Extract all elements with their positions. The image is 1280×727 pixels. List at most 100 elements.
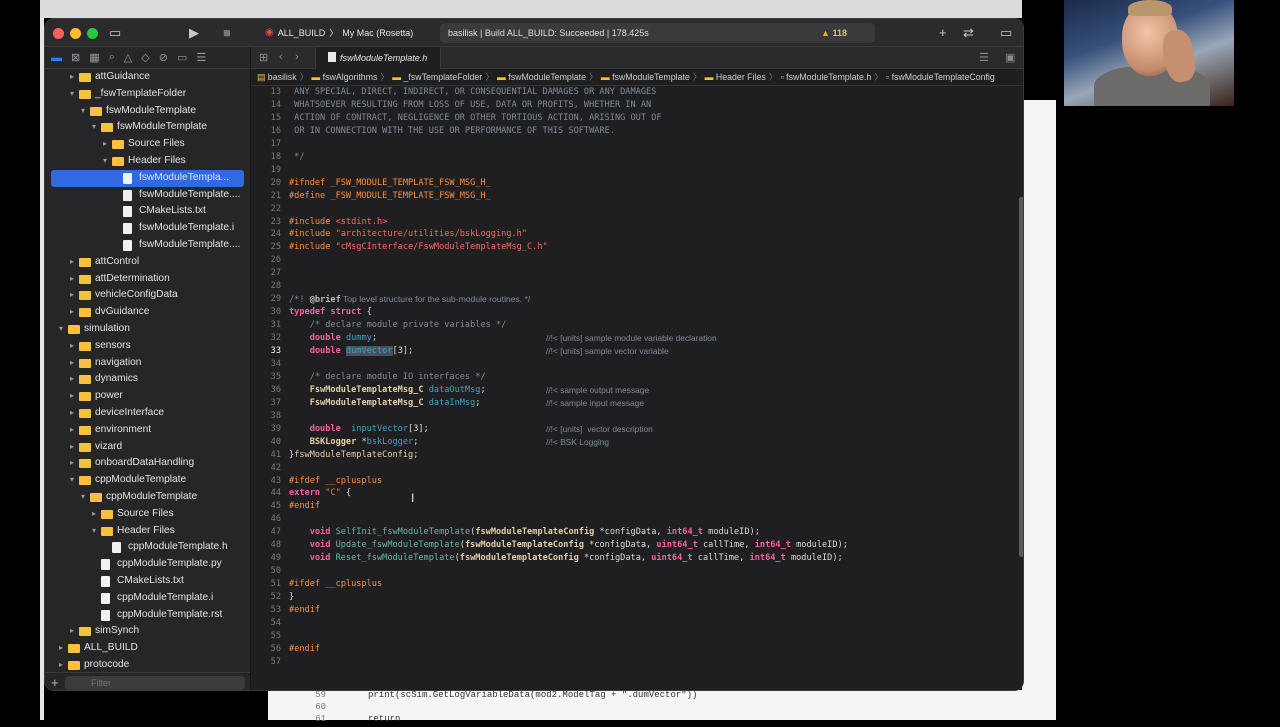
disclosure-closed-icon[interactable]: ▸: [67, 455, 77, 472]
add-file-icon[interactable]: +: [51, 675, 59, 690]
disclosure-open-icon[interactable]: ▾: [89, 119, 99, 136]
code-line[interactable]: 53 #endif: [251, 604, 1023, 617]
code-line[interactable]: 29 /*! @brief Top level structure for the…: [251, 293, 1023, 306]
code-line[interactable]: 21 #define _FSW_MODULE_TEMPLATE_FSW_MSG_H…: [251, 190, 1023, 203]
breakpoint-icon[interactable]: ▭: [177, 51, 187, 64]
search-icon[interactable]: ⌕: [109, 51, 115, 64]
symbol-icon[interactable]: ▦: [89, 51, 99, 64]
tree-folder-item[interactable]: ▸ vizard: [45, 439, 250, 456]
code-line[interactable]: 34: [251, 358, 1023, 371]
tree-file-item[interactable]: cppModuleTemplate.rst: [45, 607, 250, 624]
folder-icon[interactable]: ▬: [51, 52, 62, 64]
code-line[interactable]: 35 /* declare module IO interfaces */: [251, 371, 1023, 384]
warning-indicator[interactable]: ▲ 118: [821, 23, 847, 43]
code-line[interactable]: 28: [251, 280, 1023, 293]
disclosure-open-icon[interactable]: ▾: [100, 153, 110, 170]
code-line[interactable]: 51 #ifdef __cplusplus: [251, 578, 1023, 591]
forward-icon[interactable]: ›: [295, 51, 299, 63]
report-icon[interactable]: ☰: [196, 51, 206, 64]
code-line[interactable]: 47 void SelfInit_fswModuleTemplate(fswMo…: [251, 526, 1023, 539]
disclosure-closed-icon[interactable]: ▸: [67, 287, 77, 304]
disclosure-open-icon[interactable]: ▾: [67, 86, 77, 103]
zoom-window-button[interactable]: [87, 28, 98, 39]
disclosure-closed-icon[interactable]: ▸: [67, 355, 77, 372]
tree-folder-item[interactable]: ▸ deviceInterface: [45, 405, 250, 422]
breadcrumb-item[interactable]: _fswTemplateFolder: [403, 72, 482, 82]
filter-input[interactable]: Filter: [65, 676, 245, 690]
inspector-toggle-icon[interactable]: ▭: [1000, 25, 1012, 41]
split-editor-icon[interactable]: ▣: [1005, 51, 1015, 64]
tree-folder-item[interactable]: ▸ onboardDataHandling: [45, 455, 250, 472]
disclosure-closed-icon[interactable]: ▸: [56, 640, 66, 657]
disclosure-closed-icon[interactable]: ▸: [67, 422, 77, 439]
code-line[interactable]: 56 #endif: [251, 643, 1023, 656]
tree-folder-item[interactable]: ▸ sensors: [45, 338, 250, 355]
tree-folder-item[interactable]: ▾ fswModuleTemplate: [45, 119, 250, 136]
code-line[interactable]: 55: [251, 630, 1023, 643]
code-line[interactable]: 33 double dumVector[3]; //!< [units] samp…: [251, 345, 1023, 358]
tree-folder-item[interactable]: ▸ attDetermination: [45, 271, 250, 288]
code-line[interactable]: 43 #ifdef __cplusplus: [251, 475, 1023, 488]
test-icon[interactable]: ◇: [141, 51, 149, 64]
back-icon[interactable]: ‹: [279, 51, 283, 63]
tree-folder-item[interactable]: ▸ attControl: [45, 254, 250, 271]
breadcrumb-item[interactable]: fswAlgorithms: [323, 72, 378, 82]
tree-file-item[interactable]: fswModuleTempla...: [51, 169, 244, 187]
breadcrumb-item[interactable]: basilisk: [268, 72, 297, 82]
disclosure-closed-icon[interactable]: ▸: [67, 388, 77, 405]
tree-folder-item[interactable]: ▸ environment: [45, 422, 250, 439]
code-line[interactable]: 41}fswModuleTemplateConfig;: [251, 449, 1023, 462]
code-line[interactable]: 48 void Update_fswModuleTemplate(fswModu…: [251, 539, 1023, 552]
code-line[interactable]: 46: [251, 513, 1023, 526]
code-line[interactable]: 30 typedef struct {: [251, 306, 1023, 319]
breadcrumb-item[interactable]: fswModuleTemplate.h: [786, 72, 871, 82]
tree-file-item[interactable]: cppModuleTemplate.i: [45, 590, 250, 607]
close-window-button[interactable]: [53, 28, 64, 39]
code-line[interactable]: 14 WHATSOEVER RESULTING FROM LOSS OF USE…: [251, 99, 1023, 112]
code-line[interactable]: 50: [251, 565, 1023, 578]
disclosure-open-icon[interactable]: ▾: [89, 523, 99, 540]
destination[interactable]: My Mac (Rosetta): [342, 28, 413, 38]
tree-folder-item[interactable]: ▾ fswModuleTemplate: [45, 103, 250, 120]
breadcrumb-item[interactable]: fswModuleTemplateConfig: [892, 72, 995, 82]
tree-folder-item[interactable]: ▸ dynamics: [45, 371, 250, 388]
code-line[interactable]: 27: [251, 267, 1023, 280]
breadcrumb-item[interactable]: fswModuleTemplate: [612, 72, 690, 82]
tree-folder-item[interactable]: ▾ simulation: [45, 321, 250, 338]
disclosure-closed-icon[interactable]: ▸: [89, 506, 99, 523]
code-line[interactable]: 22: [251, 203, 1023, 216]
code-line[interactable]: 31 /* declare module private variables *…: [251, 319, 1023, 332]
code-review-icon[interactable]: ⇄: [963, 25, 974, 41]
disclosure-closed-icon[interactable]: ▸: [67, 623, 77, 640]
tree-folder-item[interactable]: ▸ ALL_BUILD: [45, 640, 250, 657]
code-line[interactable]: 25 #include "cMsgCInterface/FswModuleTemp…: [251, 241, 1023, 254]
tree-folder-item[interactable]: ▾ Header Files: [45, 153, 250, 170]
code-line[interactable]: 15 ACTION OF CONTRACT, NEGLIGENCE OR OTH…: [251, 112, 1023, 125]
disclosure-closed-icon[interactable]: ▸: [67, 439, 77, 456]
editor-options-icon[interactable]: ☰: [979, 51, 989, 64]
debug-icon[interactable]: ⊘: [159, 51, 168, 64]
code-line[interactable]: 16 OR IN CONNECTION WITH THE USE OR PERF…: [251, 125, 1023, 138]
grid-icon[interactable]: ⊞: [259, 51, 268, 64]
code-line[interactable]: 23 #include <stdint.h>: [251, 216, 1023, 229]
tree-folder-item[interactable]: ▸ navigation: [45, 355, 250, 372]
tree-file-item[interactable]: fswModuleTemplate....: [45, 187, 250, 204]
tree-file-item[interactable]: CMakeLists.txt: [45, 203, 250, 220]
disclosure-closed-icon[interactable]: ▸: [67, 69, 77, 86]
disclosure-closed-icon[interactable]: ▸: [67, 254, 77, 271]
code-line[interactable]: 32 double dummy; //!< [units] sample modu…: [251, 332, 1023, 345]
code-line[interactable]: 40 BSKLogger *bskLogger; //!< BSK Logging: [251, 436, 1023, 449]
code-line[interactable]: 17: [251, 138, 1023, 151]
tree-folder-item[interactable]: ▾ _fswTemplateFolder: [45, 86, 250, 103]
code-line[interactable]: 44 extern "C" {: [251, 487, 1023, 500]
code-line[interactable]: 38: [251, 410, 1023, 423]
code-line[interactable]: 26: [251, 254, 1023, 267]
tree-folder-item[interactable]: ▸ Source Files: [45, 136, 250, 153]
breadcrumb-item[interactable]: fswModuleTemplate: [508, 72, 586, 82]
disclosure-open-icon[interactable]: ▾: [56, 321, 66, 338]
disclosure-closed-icon[interactable]: ▸: [67, 304, 77, 321]
disclosure-open-icon[interactable]: ▾: [67, 472, 77, 489]
tree-folder-item[interactable]: ▾ cppModuleTemplate: [45, 489, 250, 506]
tree-folder-item[interactable]: ▾ cppModuleTemplate: [45, 472, 250, 489]
code-line[interactable]: 54: [251, 617, 1023, 630]
